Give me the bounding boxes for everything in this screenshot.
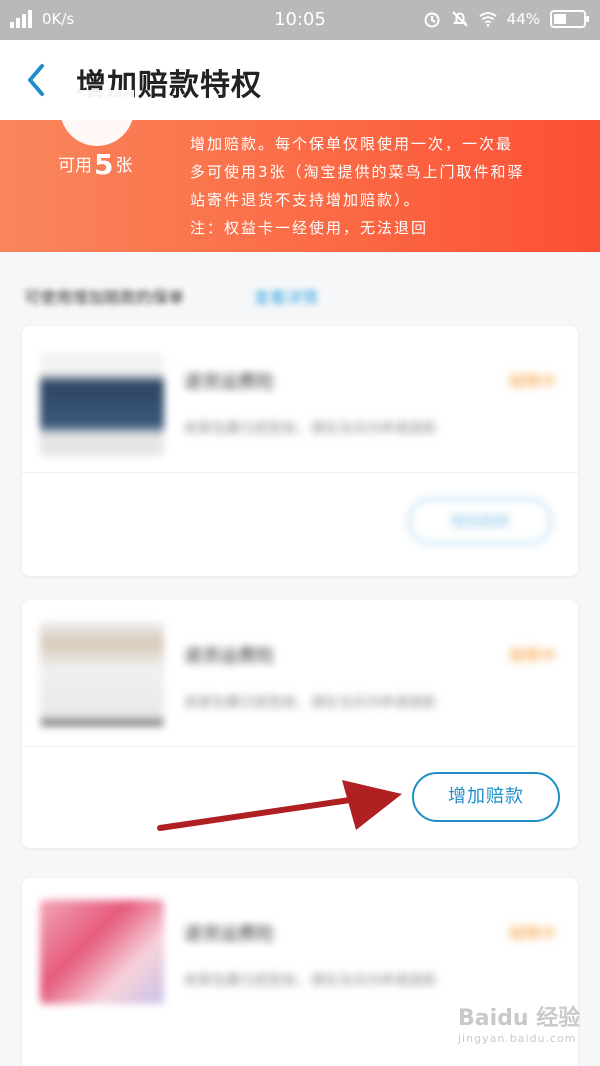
order-desc: 卖家包裹已经签收，请在当天内申请退款 (184, 973, 436, 989)
section-link[interactable]: 查看详情 (254, 284, 318, 308)
product-thumbnail (40, 622, 164, 726)
alarm-icon (424, 12, 440, 28)
section-title: 可使用增加赔款的保单 (24, 288, 185, 307)
card-divider (22, 472, 578, 473)
rule-line: 多可使用3张（淘宝提供的菜鸟上门取件和驿 (190, 163, 525, 181)
status-right: 44% (423, 10, 589, 28)
privilege-banner: 可用5 张 增加赔款。每个保单仅限使用一次，一次最 多可使用3张（淘宝提供的菜鸟上… (0, 90, 600, 252)
battery-percent: 44% (506, 10, 540, 28)
order-desc: 卖家包裹已经签收，请在当天内申请退款 (184, 421, 436, 437)
pointer-arrow-icon (157, 780, 402, 831)
order-name: 退货运费险 (184, 372, 274, 393)
rule-line: 增加赔款。每个保单仅限使用一次，一次最 (190, 135, 514, 153)
status-bar: 0K/s 10:05 44% (0, 0, 600, 40)
add-compensation-button[interactable]: 增加赔款 (412, 772, 560, 822)
watermark-url: jingyan.baidu.com (458, 1032, 577, 1045)
order-name: 退货运费险 (184, 646, 274, 667)
battery-fill (554, 14, 567, 24)
order-name: 退货运费险 (184, 924, 274, 945)
available-count: 可用5 张 (58, 148, 132, 181)
order-status: 保障中 (507, 646, 556, 665)
order-card: 退货运费险 保障中 卖家包裹已经签收，请在当天内申请退款 增加赔款 (22, 326, 578, 576)
chevron-left-icon[interactable] (22, 62, 52, 98)
available-suffix: 张 (115, 156, 133, 176)
order-status: 保障中 (507, 372, 556, 391)
available-number: 5 (94, 148, 114, 181)
order-desc: 卖家包裹已经签收，请在当天内申请退款 (184, 695, 436, 711)
banner-rules: 增加赔款。每个保单仅限使用一次，一次最 多可使用3张（淘宝提供的菜鸟上门取件和驿… (190, 130, 570, 242)
rule-line: 站寄件退货不支持增加赔款）。 (190, 191, 421, 209)
rule-note: 注：权益卡一经使用，无法退回 (190, 219, 429, 237)
mute-notification-icon (451, 11, 468, 27)
wifi-icon (478, 12, 497, 27)
battery-icon (550, 10, 589, 28)
order-status: 保障中 (507, 924, 556, 943)
baidu-watermark: Baidu 经验 jingyan.baidu.com (458, 1000, 580, 1045)
product-thumbnail (40, 352, 164, 456)
card-divider (22, 746, 578, 747)
watermark-brand: Baidu 经验 (458, 1006, 581, 1031)
add-compensation-button[interactable]: 增加赔款 (408, 498, 552, 544)
available-prefix: 可用 (58, 156, 92, 176)
card-badge (60, 90, 134, 146)
product-thumbnail (40, 900, 164, 1004)
